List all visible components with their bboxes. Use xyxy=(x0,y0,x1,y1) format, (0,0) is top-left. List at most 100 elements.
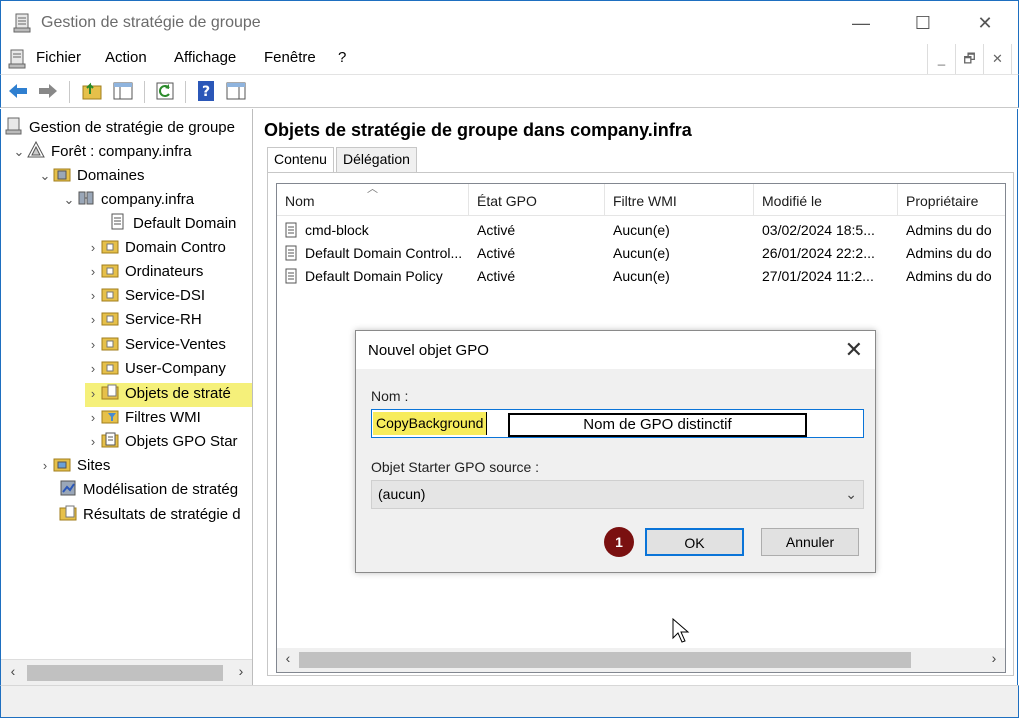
cell-proprietaire: Admins du do xyxy=(906,245,992,261)
tree-item-ou[interactable]: › Ordinateurs xyxy=(85,261,204,285)
scroll-left-icon[interactable]: ‹ xyxy=(4,663,22,679)
menu-fichier[interactable]: Fichier xyxy=(36,49,81,66)
minimize-button[interactable]: — xyxy=(841,9,881,37)
starter-label: Objet Starter GPO source : xyxy=(371,459,540,475)
tree-label: Sites xyxy=(77,457,111,474)
tree-item-ou[interactable]: › Domain Contro xyxy=(85,237,226,261)
tree-item-root[interactable]: Gestion de stratégie de groupe xyxy=(5,117,235,141)
cell-modifie: 27/01/2024 11:2... xyxy=(762,268,874,284)
up-folder-icon[interactable] xyxy=(81,80,103,102)
starter-gpo-value: (aucun) xyxy=(378,486,426,502)
tree-label: Objets GPO Star xyxy=(125,433,238,450)
list-row[interactable]: Default Domain Control... Activé Aucun(e… xyxy=(277,242,1005,265)
tree-label: Forêt : company.infra xyxy=(51,143,192,160)
chevron-right-icon[interactable]: › xyxy=(37,455,53,477)
dialog-title: Nouvel objet GPO xyxy=(368,342,489,359)
svg-text:?: ? xyxy=(202,84,210,100)
menu-bar: Fichier Action Affichage Fenêtre ? _ 🗗 ✕ xyxy=(0,44,1019,74)
chevron-down-icon[interactable]: ⌄ xyxy=(37,165,53,187)
tree-item-starter-gpos[interactable]: › Objets GPO Star xyxy=(85,431,238,455)
ou-folder-icon xyxy=(101,288,119,302)
cell-modifie: 26/01/2024 22:2... xyxy=(762,245,875,261)
column-header-proprietaire[interactable]: Propriétaire xyxy=(898,184,1005,216)
tree-item-forest[interactable]: ⌄ Forêt : company.infra xyxy=(11,141,192,165)
window-title: Gestion de stratégie de groupe xyxy=(41,14,261,31)
tree-item-ou[interactable]: › Service-RH xyxy=(85,309,202,333)
cancel-button[interactable]: Annuler xyxy=(761,528,859,556)
starter-gpo-icon xyxy=(101,432,119,448)
tree-item-wmi-filters[interactable]: › Filtres WMI xyxy=(85,407,201,431)
menu-help[interactable]: ? xyxy=(338,49,346,66)
scroll-left-icon[interactable]: ‹ xyxy=(279,650,297,666)
chevron-right-icon[interactable]: › xyxy=(85,309,101,331)
menu-fenetre[interactable]: Fenêtre xyxy=(264,49,316,66)
ou-folder-icon xyxy=(101,312,119,326)
tree-item-ou[interactable]: › Service-Ventes xyxy=(85,334,226,358)
status-bar xyxy=(0,685,1019,718)
menu-affichage[interactable]: Affichage xyxy=(174,49,236,66)
tree-item-sites[interactable]: › Sites xyxy=(37,455,111,479)
properties-pane-icon[interactable] xyxy=(225,80,247,102)
new-gpo-dialog: Nouvel objet GPO ✕ Nom : CopyBackground … xyxy=(355,330,876,573)
tree-label: Default Domain xyxy=(133,215,237,232)
gpo-folder-icon xyxy=(101,384,119,400)
list-row[interactable]: Default Domain Policy Activé Aucun(e) 27… xyxy=(277,265,1005,288)
mdi-close-button[interactable]: ✕ xyxy=(984,44,1012,74)
tab-contenu[interactable]: Contenu xyxy=(267,147,334,175)
chevron-right-icon[interactable]: › xyxy=(85,383,101,405)
tree-item-domain[interactable]: ⌄ company.infra xyxy=(61,189,195,213)
tree-label: Gestion de stratégie de groupe xyxy=(29,119,235,136)
mouse-cursor-icon xyxy=(672,618,690,643)
mdi-minimize-button[interactable]: _ xyxy=(928,44,956,74)
results-icon xyxy=(59,505,77,521)
scrollbar-thumb[interactable] xyxy=(299,652,911,668)
tree-item-default-domain[interactable]: Default Domain xyxy=(109,213,236,237)
chevron-right-icon[interactable]: › xyxy=(85,285,101,307)
tree-item-gpo-container[interactable]: › Objets de straté xyxy=(85,383,252,407)
column-header-etat[interactable]: État GPO xyxy=(469,184,605,216)
tab-delegation[interactable]: Délégation xyxy=(336,147,417,173)
ok-button[interactable]: OK xyxy=(645,528,744,556)
chevron-right-icon[interactable]: › xyxy=(85,358,101,380)
tree-item-domains[interactable]: ⌄ Domaines xyxy=(37,165,145,189)
chevron-right-icon[interactable]: › xyxy=(85,237,101,259)
gpmc-icon xyxy=(5,117,22,135)
dialog-close-icon[interactable]: ✕ xyxy=(845,337,863,363)
maximize-button[interactable]: ☐ xyxy=(903,9,943,37)
tree-label: Résultats de stratégie d xyxy=(83,506,241,523)
chevron-right-icon[interactable]: › xyxy=(85,334,101,356)
menu-action[interactable]: Action xyxy=(105,49,147,66)
cell-proprietaire: Admins du do xyxy=(906,222,992,238)
scroll-right-icon[interactable]: › xyxy=(985,650,1003,666)
list-horizontal-scrollbar[interactable]: ‹ › xyxy=(277,648,1005,672)
tree-item-results[interactable]: Résultats de stratégie d xyxy=(59,504,241,528)
tree-item-modeling[interactable]: Modélisation de stratég xyxy=(59,479,238,503)
chevron-down-icon[interactable]: ⌄ xyxy=(11,141,27,163)
help-icon[interactable]: ? xyxy=(195,80,217,102)
column-header-filtre[interactable]: Filtre WMI xyxy=(605,184,754,216)
scroll-right-icon[interactable]: › xyxy=(232,663,250,679)
starter-gpo-select[interactable]: (aucun) ⌄ xyxy=(371,480,864,509)
scrollbar-thumb[interactable] xyxy=(27,665,223,681)
tree-item-ou[interactable]: › Service-DSI xyxy=(85,285,205,309)
mdi-restore-button[interactable]: 🗗 xyxy=(956,44,984,74)
gpo-name-value: CopyBackground xyxy=(373,412,488,435)
forward-arrow-icon[interactable] xyxy=(37,80,59,102)
column-header-nom[interactable]: ︿ Nom xyxy=(277,184,469,216)
list-header: ︿ Nom État GPO Filtre WMI Modifié le Prop… xyxy=(277,184,1005,216)
cell-nom: Default Domain Control... xyxy=(305,245,463,261)
tree-horizontal-scrollbar[interactable]: ‹ › xyxy=(1,659,252,685)
tree-label: Modélisation de stratég xyxy=(83,481,239,498)
close-button[interactable]: ✕ xyxy=(965,9,1005,37)
tree-item-ou[interactable]: › User-Company xyxy=(85,358,226,382)
show-hide-tree-icon[interactable] xyxy=(112,80,134,102)
chevron-right-icon[interactable]: › xyxy=(85,407,101,429)
chevron-down-icon[interactable]: ⌄ xyxy=(61,189,77,211)
chevron-right-icon[interactable]: › xyxy=(85,261,101,283)
list-row[interactable]: cmd-block Activé Aucun(e) 03/02/2024 18:… xyxy=(277,219,1005,242)
refresh-icon[interactable] xyxy=(154,80,176,102)
chevron-right-icon[interactable]: › xyxy=(85,431,101,453)
column-header-modifie[interactable]: Modifié le xyxy=(754,184,898,216)
back-arrow-icon[interactable] xyxy=(7,80,29,102)
chevron-down-icon: ⌄ xyxy=(845,486,857,502)
